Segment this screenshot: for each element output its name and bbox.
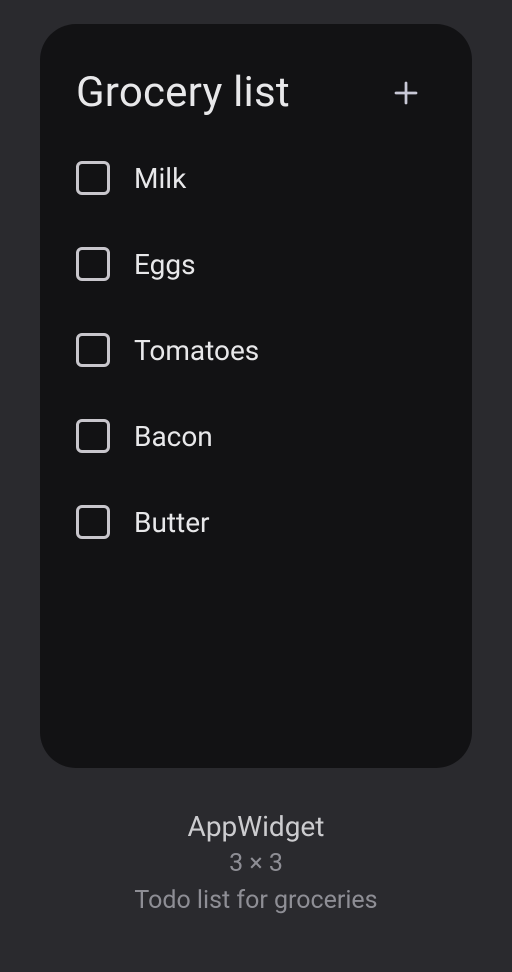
list-item-label: Eggs xyxy=(134,248,196,281)
plus-icon xyxy=(391,78,421,108)
list-item-label: Tomatoes xyxy=(134,334,259,367)
widget-header: Grocery list xyxy=(76,68,436,117)
list-item[interactable]: Bacon xyxy=(76,419,436,453)
list-item[interactable]: Milk xyxy=(76,161,436,195)
list-item[interactable]: Tomatoes xyxy=(76,333,436,367)
widget-title: Grocery list xyxy=(76,68,290,117)
widget-info: AppWidget 3 × 3 Todo list for groceries xyxy=(134,810,377,915)
grocery-list-widget: Grocery list Milk Eggs Tomatoes Bacon Bu… xyxy=(40,24,472,768)
list-item-label: Milk xyxy=(134,162,186,195)
checkbox[interactable] xyxy=(76,247,110,281)
checkbox[interactable] xyxy=(76,419,110,453)
checkbox[interactable] xyxy=(76,505,110,539)
widget-size-label: 3 × 3 xyxy=(134,849,377,878)
list-item-label: Butter xyxy=(134,506,210,539)
widget-description-label: Todo list for groceries xyxy=(134,886,377,915)
list-item[interactable]: Butter xyxy=(76,505,436,539)
todo-list: Milk Eggs Tomatoes Bacon Butter xyxy=(76,161,436,539)
checkbox[interactable] xyxy=(76,333,110,367)
add-item-button[interactable] xyxy=(388,75,424,111)
list-item[interactable]: Eggs xyxy=(76,247,436,281)
list-item-label: Bacon xyxy=(134,420,213,453)
widget-name-label: AppWidget xyxy=(134,810,377,843)
checkbox[interactable] xyxy=(76,161,110,195)
